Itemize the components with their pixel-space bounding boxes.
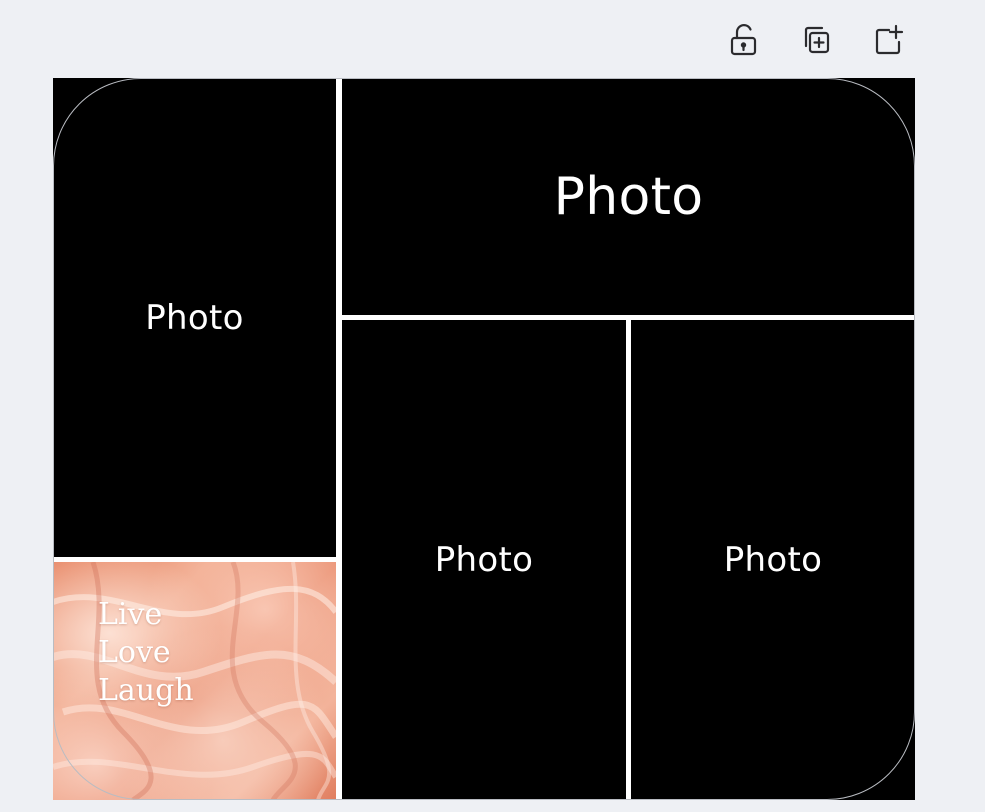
photo-placeholder-label: Photo xyxy=(723,540,823,580)
photo-placeholder-label: Photo xyxy=(434,540,534,580)
quote-image-cell[interactable]: Live Love Laugh xyxy=(53,562,336,800)
quote-line: Live xyxy=(98,597,163,632)
quote-line: Love xyxy=(98,635,171,670)
quote-line: Laugh xyxy=(98,673,194,708)
fabric-texture xyxy=(53,562,336,800)
unlock-button[interactable] xyxy=(722,18,766,62)
photo-placeholder-bottom-right[interactable]: Photo xyxy=(631,320,915,800)
duplicate-button[interactable] xyxy=(794,18,838,62)
photo-placeholder-left[interactable]: Photo xyxy=(53,78,336,557)
add-page-icon xyxy=(875,24,904,55)
quote-text: Live Love Laugh xyxy=(98,596,194,710)
photo-placeholder-label: Photo xyxy=(145,297,244,338)
photo-placeholder-top-right[interactable]: Photo xyxy=(342,78,915,315)
add-page-button[interactable] xyxy=(866,18,910,62)
collage-canvas: Photo Photo Photo Photo Live Love Laugh xyxy=(53,78,915,800)
duplicate-icon xyxy=(804,26,830,54)
unlock-icon xyxy=(730,24,757,56)
toolbar xyxy=(720,18,920,62)
photo-placeholder-label: Photo xyxy=(553,166,704,227)
photo-placeholder-bottom-middle[interactable]: Photo xyxy=(342,320,626,800)
